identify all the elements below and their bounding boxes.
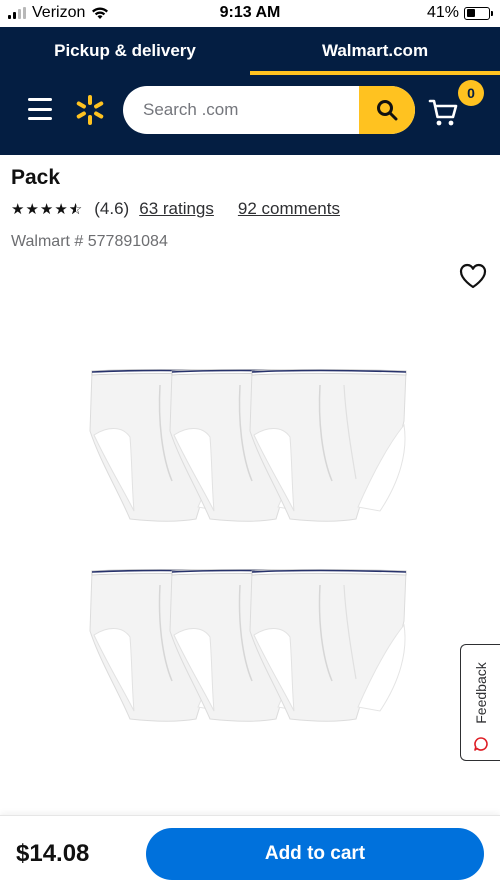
comments-link[interactable]: 92 comments: [238, 199, 340, 219]
heart-icon[interactable]: [458, 262, 488, 290]
menu-icon[interactable]: [28, 98, 52, 120]
battery-percent: 41%: [426, 4, 459, 21]
half-star-icon: ☆ ★: [68, 201, 83, 218]
fulfillment-tabs: Pickup & delivery Walmart.com: [0, 27, 500, 75]
status-right: 41%: [426, 4, 493, 22]
bottom-purchase-bar: $14.08 Add to cart: [0, 815, 500, 890]
search-button[interactable]: [359, 86, 415, 134]
brief-row-bottom: [89, 568, 407, 723]
search-input[interactable]: [123, 86, 359, 134]
cart-count-badge: 0: [458, 80, 484, 106]
feedback-tab[interactable]: Feedback: [460, 644, 500, 761]
cart-button[interactable]: 0: [428, 80, 486, 133]
star-icon: ★: [11, 201, 25, 218]
star-icon: ★: [25, 201, 39, 218]
rating-row: ★ ★ ★ ★ ☆ ★ (4.6) 63 ratings 92 comments: [11, 199, 340, 219]
star-rating: ★ ★ ★ ★ ☆ ★: [11, 200, 82, 218]
brief-row-top: [89, 368, 407, 523]
clock: 9:13 AM: [219, 4, 281, 21]
rating-value: (4.6): [94, 199, 130, 218]
product-title: Pack: [11, 166, 61, 189]
chat-bubble-icon: [474, 737, 488, 751]
walmart-spark-logo[interactable]: [74, 94, 106, 126]
star-icon: ★: [39, 201, 54, 218]
walmart-item-number: Walmart # 577891084: [11, 233, 168, 250]
tab-pickup-delivery[interactable]: Pickup & delivery: [0, 27, 250, 75]
ratings-link[interactable]: 63 ratings: [139, 199, 214, 219]
star-icon: ★: [54, 201, 68, 218]
product-photo-briefs: [89, 368, 407, 723]
search-icon: [377, 100, 398, 121]
nav-row: 0: [0, 80, 500, 135]
product-image[interactable]: [0, 315, 500, 815]
product-info: Pack ★ ★ ★ ★ ☆ ★ (4.6) 63 ratings 92 comm…: [0, 155, 500, 315]
product-price: $14.08: [16, 840, 90, 867]
add-to-cart-button[interactable]: Add to cart: [146, 828, 484, 880]
cart-icon: [428, 99, 458, 126]
battery-icon: [464, 6, 493, 20]
tab-walmart-com[interactable]: Walmart.com: [250, 27, 500, 75]
status-bar: Verizon 9:13 AM 41%: [0, 0, 500, 27]
feedback-label: Feedback: [472, 662, 489, 724]
site-header: Pickup & delivery Walmart.com Search .co…: [0, 27, 500, 155]
search-bar: [123, 86, 415, 134]
